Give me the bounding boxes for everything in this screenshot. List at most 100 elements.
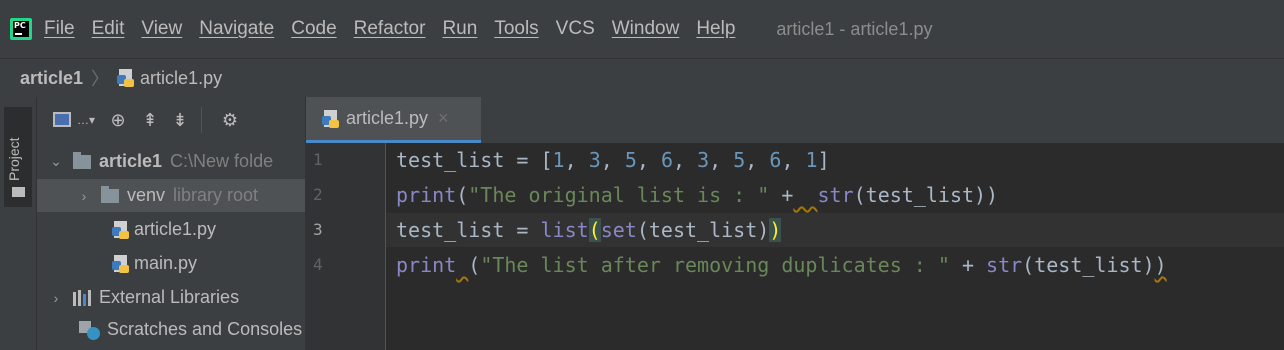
code-token: 5 [624, 148, 637, 172]
code-token: 3 [588, 148, 601, 172]
tree-item-label: External Libraries [99, 287, 240, 307]
code-token: , [745, 148, 770, 172]
menu-edit[interactable]: Edit [92, 18, 125, 40]
tool-window-stripe: Project [0, 97, 37, 350]
library-icon [73, 289, 91, 306]
chevron-down-icon[interactable]: …▾ [75, 109, 97, 131]
tree-item-scratches[interactable]: Scratches and Consoles [37, 313, 305, 346]
menu-navigate[interactable]: Navigate [199, 18, 274, 40]
code-token: 3 [697, 148, 710, 172]
menu-view[interactable]: View [141, 18, 182, 40]
tree-item-hint: C:\New folde [170, 151, 274, 171]
menu-tools[interactable]: Tools [494, 18, 538, 40]
tree-item-main-py[interactable]: main.py [37, 247, 305, 280]
tree-item-label: venv [127, 185, 166, 205]
line-number: 1 [313, 150, 323, 169]
tree-item-label: main.py [134, 253, 198, 273]
menu-code[interactable]: Code [291, 18, 336, 40]
code-token: str [986, 253, 1023, 277]
code-token: , [636, 148, 661, 172]
code-editor[interactable]: test_list = [1, 3, 5, 6, 3, 5, 6, 1] pri… [386, 143, 1284, 350]
project-tool-window-label: Project [6, 137, 22, 181]
code-line[interactable]: test_list = list(set(test_list)) [386, 213, 1284, 247]
python-file-icon [117, 69, 135, 87]
tree-item-label: article1.py [134, 219, 217, 239]
code-token: "The original list is : " [468, 183, 770, 207]
chevron-right-icon[interactable]: › [77, 188, 91, 204]
code-token: ) [1154, 253, 1167, 277]
tab-article1-py[interactable]: article1.py × [306, 97, 481, 143]
tab-label: article1.py [346, 108, 429, 128]
code-token: 5 [733, 148, 746, 172]
code-line[interactable]: print ("The list after removing duplicat… [386, 248, 1284, 282]
code-token: print [396, 253, 457, 277]
code-token: ( [588, 218, 601, 242]
code-token: list [540, 218, 589, 242]
breadcrumb: article1 〉 article1.py [0, 58, 1284, 98]
gear-icon[interactable]: ⚙ [219, 109, 241, 131]
code-line[interactable]: print("The original list is : " + str(te… [386, 178, 1284, 212]
pycharm-logo-icon: PC [10, 18, 32, 40]
chevron-down-icon[interactable]: ⌄ [49, 153, 63, 170]
code-token: (test_list)) [853, 183, 999, 207]
close-icon[interactable]: × [438, 108, 449, 129]
folder-icon [12, 187, 25, 197]
editor-tab-bar: article1.py × [305, 97, 1284, 143]
line-number: 4 [313, 255, 323, 274]
code-line[interactable]: test_list = [1, 3, 5, 6, 3, 5, 6, 1] [386, 143, 1284, 177]
code-token: test_list = [396, 218, 541, 242]
code-token: , [709, 148, 734, 172]
code-token: print [396, 183, 457, 207]
code-token: ( [456, 183, 469, 207]
tree-item-hint: library root [173, 185, 259, 205]
python-file-icon [112, 254, 130, 273]
code-token: 1 [552, 148, 565, 172]
code-token: , [600, 148, 625, 172]
menu-bar: PC File Edit View Navigate Code Refactor… [0, 0, 1284, 58]
python-file-icon [322, 109, 340, 128]
code-token: ] [817, 148, 830, 172]
code-token: "The list after removing duplicates : " [480, 253, 950, 277]
project-toolbar: …▾ ⊕ ⇞ ⇟ ⚙ [37, 97, 305, 143]
code-token: 6 [769, 148, 782, 172]
collapse-all-icon[interactable]: ⇟ [169, 109, 191, 131]
code-token: (test_list) [636, 218, 770, 242]
folder-icon [73, 151, 91, 169]
menu-window[interactable]: Window [612, 18, 680, 40]
menu-run[interactable]: Run [442, 18, 477, 40]
project-view-icon[interactable] [51, 109, 73, 131]
toolbar-divider [201, 107, 202, 133]
code-token: ( [468, 253, 481, 277]
tree-item-article1[interactable]: ⌄ article1 C:\New folde [37, 145, 305, 178]
scratches-icon [79, 319, 101, 341]
expand-all-icon[interactable]: ⇞ [139, 109, 161, 131]
project-tool-window-button[interactable]: Project [4, 107, 32, 207]
tree-item-external-libraries[interactable]: › External Libraries [37, 281, 305, 314]
code-token: ) [769, 218, 782, 242]
chevron-right-icon[interactable]: › [49, 290, 63, 306]
tree-item-article1-py[interactable]: article1.py [37, 213, 305, 246]
menu-refactor[interactable]: Refactor [354, 18, 426, 40]
menu-vcs[interactable]: VCS [556, 18, 595, 40]
menu-file[interactable]: File [44, 18, 75, 40]
code-token: set [600, 218, 637, 242]
code-token: 1 [805, 148, 818, 172]
code-token: + [769, 183, 794, 207]
code-token: + [949, 253, 987, 277]
breadcrumb-project[interactable]: article1 [20, 68, 83, 89]
tree-item-label: article1 [99, 151, 163, 171]
breadcrumb-file[interactable]: article1.py [140, 68, 222, 89]
locate-file-icon[interactable]: ⊕ [107, 109, 129, 131]
tree-item-label: Scratches and Consoles [107, 319, 303, 339]
menu-help[interactable]: Help [696, 18, 735, 40]
code-token: str [817, 183, 854, 207]
line-number: 3 [313, 220, 323, 239]
code-token: (test_list) [1022, 253, 1155, 277]
code-token: , [673, 148, 698, 172]
line-number: 2 [313, 185, 323, 204]
python-file-icon [112, 220, 130, 239]
line-number-gutter: 1 2 3 4 [305, 143, 386, 350]
tree-item-venv[interactable]: › venv library root [37, 179, 305, 212]
